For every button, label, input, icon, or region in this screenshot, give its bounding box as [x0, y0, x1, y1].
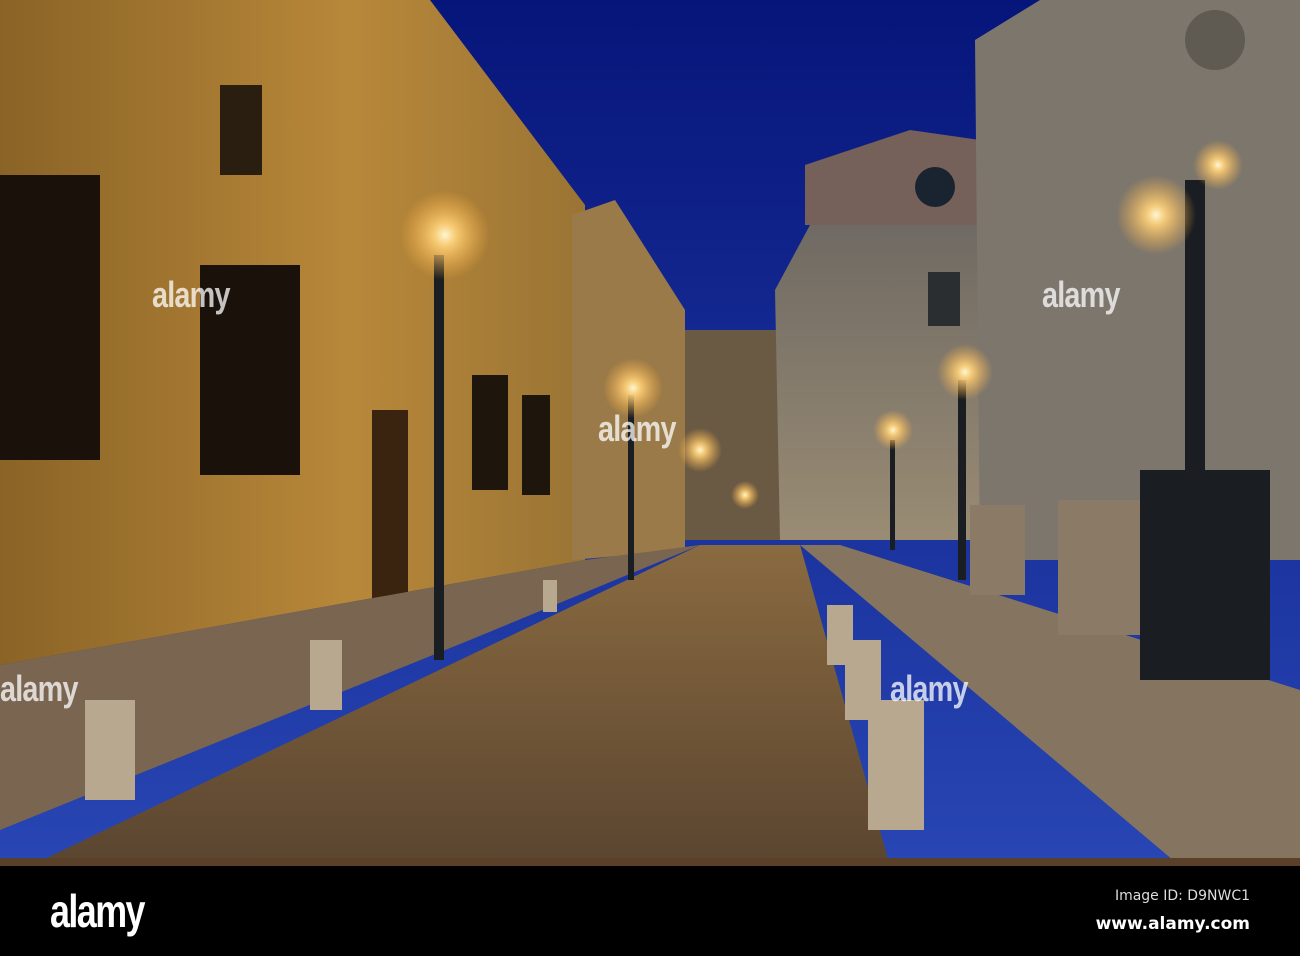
- watermark: alamy: [598, 408, 676, 449]
- lion-pedestal: [1058, 500, 1140, 635]
- stock-photo-frame: alamy alamy alamy alamy alamy alamy Imag…: [0, 0, 1300, 956]
- barred-window: [472, 375, 508, 490]
- barred-window: [0, 175, 100, 460]
- watermark: alamy: [1042, 274, 1120, 315]
- footer-bar: alamy Image ID: D9NWC1 www.alamy.com: [0, 866, 1300, 956]
- watermark: alamy: [0, 668, 78, 709]
- doorway: [372, 410, 408, 600]
- window: [220, 85, 262, 175]
- watermark: alamy: [152, 274, 230, 315]
- lion-pedestal: [970, 505, 1025, 595]
- website-link[interactable]: www.alamy.com: [1096, 914, 1250, 934]
- bottom-edge: [0, 858, 1300, 866]
- alamy-logo: alamy: [50, 885, 146, 937]
- barred-window: [522, 395, 550, 495]
- rose-window: [1185, 10, 1245, 70]
- watermark: alamy: [890, 668, 968, 709]
- window: [928, 272, 960, 326]
- image-id: Image ID: D9NWC1: [1114, 888, 1250, 904]
- round-window: [915, 167, 955, 207]
